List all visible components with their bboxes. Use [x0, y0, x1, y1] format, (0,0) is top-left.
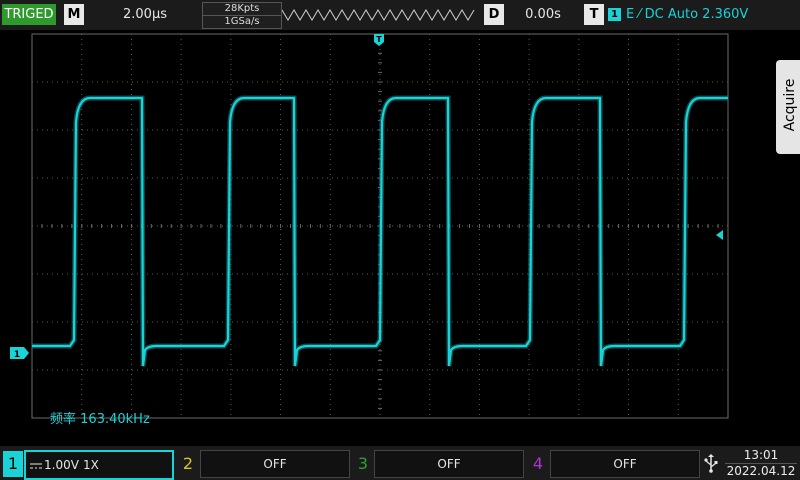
ch4-number[interactable]: 4: [528, 451, 548, 477]
dc-coupling-icon: [30, 463, 42, 469]
trigger-status-badge: TRIGED: [2, 4, 56, 25]
trigger-position-label: T: [376, 35, 382, 44]
waveform-grid: T 1: [10, 33, 729, 419]
frequency-measurement: 频率 163.40kHz: [50, 408, 150, 427]
ch1-settings-panel[interactable]: 1.00V 1X: [24, 450, 174, 480]
ch1-probe: 1X: [83, 458, 99, 472]
ch2-settings-panel[interactable]: OFF: [200, 450, 350, 478]
horizontal-mode-button[interactable]: M: [64, 4, 84, 25]
waveform-position-indicator: [282, 9, 475, 21]
sample-rate-value: 1GSa/s: [224, 16, 260, 27]
delay-button[interactable]: D: [484, 4, 504, 25]
waveform-display[interactable]: T 1 Acquire: [0, 30, 800, 446]
ch3-number[interactable]: 3: [353, 451, 373, 477]
trigger-button[interactable]: T: [584, 4, 604, 25]
ch3-settings-panel[interactable]: OFF: [374, 450, 524, 478]
frequency-label: 频率: [50, 412, 77, 427]
trigger-info[interactable]: E ⁄ DC Auto 2.360V: [626, 4, 748, 25]
clock-date: 2022.04.12: [726, 464, 796, 478]
acquire-tab-label: Acquire: [782, 78, 798, 132]
delay-value[interactable]: 0.00s: [508, 4, 578, 25]
clock-time: 13:01: [725, 448, 797, 464]
memory-depth-value: 28Kpts: [203, 3, 281, 16]
timebase-value[interactable]: 2.00μs: [92, 4, 198, 25]
system-clock: 13:01 2022.04.12: [725, 448, 797, 479]
ch1-ground-marker: 1: [10, 347, 29, 360]
trigger-source-tag: 1: [608, 8, 621, 21]
channel-status-bar: 1 1.00V 1X 2 OFF 3 OFF 4 OFF 13:01 2022.…: [0, 446, 800, 480]
ch1-scale: 1.00V: [44, 458, 79, 472]
svg-text:1: 1: [14, 350, 20, 360]
ch2-number[interactable]: 2: [178, 451, 198, 477]
acquire-menu-tab[interactable]: Acquire: [776, 60, 800, 154]
frequency-value: 163.40kHz: [80, 412, 150, 427]
ch4-settings-panel[interactable]: OFF: [550, 450, 700, 478]
ch1-number[interactable]: 1: [3, 451, 23, 477]
memory-depth-box: 28Kpts 1GSa/s: [202, 2, 282, 29]
usb-icon: [704, 454, 718, 473]
trigger-position-marker: T: [374, 34, 384, 46]
top-status-bar: TRIGED M 2.00μs 28Kpts 1GSa/s D 0.00s T …: [0, 0, 800, 30]
trigger-level-marker: [716, 230, 723, 240]
